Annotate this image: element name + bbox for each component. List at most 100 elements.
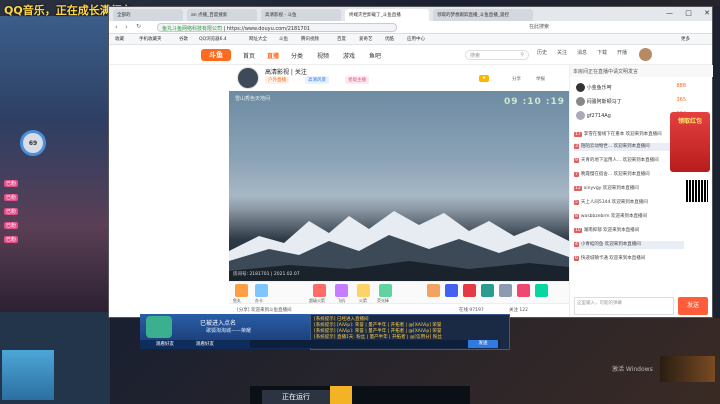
rank-avatar: [576, 111, 585, 120]
level-gauge: 69: [20, 130, 46, 156]
room-tag[interactable]: 户外直播: [265, 76, 289, 84]
chat-message: 9 天青的地下运用人... 欢迎来到本直播间: [574, 158, 659, 163]
background-window-edge: [712, 6, 720, 318]
browser-window: 全部的 an 点播_百度搜索 高清影视 - 斗鱼 终端灭世卸载了_斗鱼直播 领取…: [108, 6, 713, 318]
background-character-image: [660, 356, 715, 382]
red-packet-ad[interactable]: 领取红包: [670, 112, 710, 172]
follow-icon[interactable]: 关注: [557, 49, 567, 56]
bookmark[interactable]: 应用中心: [407, 36, 425, 42]
minimize-button[interactable]: —: [666, 9, 673, 19]
gift-item-icon[interactable]: [481, 284, 494, 297]
browser-tab[interactable]: 领取的梦想跟踪直播_斗鱼直播_遥控: [433, 9, 533, 21]
room-tag[interactable]: 星级主播: [345, 76, 369, 84]
bookmark[interactable]: 优酷: [385, 36, 394, 42]
bookmark[interactable]: 斗鱼: [279, 36, 288, 42]
refresh-icon[interactable]: ↻: [136, 23, 141, 30]
download-icon[interactable]: 下载: [597, 49, 607, 56]
send-danmaku-button[interactable]: 发送: [678, 297, 708, 315]
bookmark[interactable]: 网址大全: [249, 36, 267, 42]
bookmark[interactable]: 腾讯视频: [301, 36, 319, 42]
video-player[interactable]: [229, 91, 569, 281]
bookmark[interactable]: QQ浏览器6.4: [199, 36, 227, 42]
video-clock: 09 :10 :19: [504, 97, 566, 107]
user-avatar[interactable]: [639, 48, 652, 61]
running-status-button[interactable]: 正在运行: [262, 390, 330, 404]
browser-tab-active[interactable]: 终端灭世卸载了_斗鱼直播: [345, 9, 429, 21]
rank-avatar: [576, 97, 585, 106]
nav-home[interactable]: 首页: [243, 51, 255, 60]
bookmark[interactable]: 爱奇艺: [359, 36, 373, 42]
bookmark[interactable]: 更多: [681, 36, 690, 42]
broadcast-icon[interactable]: 开播: [617, 49, 627, 56]
rank-item[interactable]: 小金鱼乐呵 888: [576, 83, 686, 93]
history-icon[interactable]: 历史: [537, 49, 547, 56]
streamer-avatar[interactable]: [237, 67, 259, 89]
menu-icon[interactable]: [330, 386, 352, 404]
browser-tab[interactable]: an 点播_百度搜索: [187, 9, 257, 21]
message-icon[interactable]: 消息: [577, 49, 587, 56]
site-search-input[interactable]: 搜索 ⚲: [465, 50, 529, 60]
gift-item-icon[interactable]: [517, 284, 530, 297]
bookmarks-bar: 收藏 手机收藏夹 谷歌 QQ浏览器6.4 网址大全 斗鱼 腾讯视频 百度 爱奇艺…: [109, 34, 712, 45]
rank-item[interactable]: 闷骚阿斯顿马丁 365: [576, 97, 686, 107]
gift-firework-icon[interactable]: [357, 284, 370, 297]
bookmark[interactable]: 收藏: [115, 36, 124, 42]
share-link[interactable]: [分享] 欢迎来到斗鱼直播间: [237, 307, 291, 313]
gift-rocket-icon[interactable]: [313, 284, 326, 297]
fans-count: 关注 122: [509, 308, 529, 313]
background-chat-line: 已粉: [4, 222, 19, 229]
chat-message: 4 小青蛙的鱼 欢迎来到本直播间: [574, 241, 684, 249]
activate-windows-watermark: 激活 Windows: [612, 366, 653, 373]
share-button[interactable]: 分享: [509, 75, 524, 83]
bookmark[interactable]: 百度: [337, 36, 346, 42]
gift-item-icon[interactable]: [445, 284, 458, 297]
chat-message: 8 wasbbzebrm 欢迎来到本直播间: [574, 214, 647, 219]
chat-input[interactable]: 这里输入，可能的弹幕: [574, 297, 674, 315]
gift-card-icon[interactable]: [255, 284, 268, 297]
nav-fishbar[interactable]: 鱼吧: [369, 51, 381, 60]
nav-video[interactable]: 视频: [317, 51, 329, 60]
site-header: 斗鱼 首页 直播 分类 视频 游戏 鱼吧 搜索 ⚲ 历史 关注 消息 下载 开播: [109, 45, 712, 65]
nav-game[interactable]: 游戏: [343, 51, 355, 60]
browser-search[interactable]: 在此搜索: [529, 23, 589, 32]
mountain-scene: [229, 211, 569, 281]
chat-message: 3 陌陌云动物世... 欢迎来到本直播间: [574, 143, 684, 151]
close-button[interactable]: ✕: [704, 9, 710, 19]
watch-friends-button[interactable]: 观看好友: [156, 341, 174, 347]
gift-glowstick-icon[interactable]: [379, 284, 392, 297]
app-logo: [146, 316, 172, 338]
nav-category[interactable]: 分类: [291, 51, 303, 60]
gift-fishball-icon[interactable]: [235, 284, 248, 297]
rank-avatar: [576, 83, 585, 92]
room-tag[interactable]: 高清风景: [305, 76, 329, 84]
gift-item-icon[interactable]: [499, 284, 512, 297]
back-icon[interactable]: ‹: [115, 23, 118, 31]
video-footer: 房间号: 2181701 | 2021.02.07: [233, 272, 300, 277]
browser-tab[interactable]: 高清影视 - 斗鱼: [261, 9, 341, 21]
background-game-window: [0, 16, 108, 316]
url-input[interactable]: 鱼丸斗鱼网络科技有限公司 | https://www.douyu.com/218…: [157, 23, 397, 32]
bookmark[interactable]: 手机收藏夹: [139, 36, 162, 42]
site-logo[interactable]: 斗鱼: [201, 49, 231, 61]
chat-message: 5 天上人间5344 欢迎来到本直播间: [574, 200, 648, 205]
gift-item-icon[interactable]: [535, 284, 548, 297]
viewer-count: 在线 97197: [459, 308, 484, 313]
gift-plane-icon[interactable]: [335, 284, 348, 297]
search-icon[interactable]: ⚲: [520, 52, 524, 58]
background-chat-line: 已粉: [4, 180, 19, 187]
forward-icon[interactable]: ›: [125, 23, 128, 31]
bookmark[interactable]: 谷歌: [179, 36, 188, 42]
badge-chip: ★: [479, 75, 490, 82]
send-message-button[interactable]: 发送: [468, 340, 498, 348]
chat-message: 12 xinyvgy 欢迎来到本直播间: [574, 186, 639, 191]
background-chat-line: 已粉: [4, 236, 19, 243]
gift-item-icon[interactable]: [427, 284, 440, 297]
gift-item-icon[interactable]: [463, 284, 476, 297]
browser-tab[interactable]: 全部的: [113, 9, 183, 21]
report-button[interactable]: 举报: [533, 75, 548, 83]
maximize-button[interactable]: □: [685, 9, 692, 19]
watch-friends-button[interactable]: 观看好友: [196, 341, 214, 347]
chat-message: 10 湖南抑郁 欢迎来到本直播间: [574, 228, 640, 233]
nav-live[interactable]: 直播: [267, 51, 279, 60]
background-chat-line: 已粉: [4, 194, 19, 201]
